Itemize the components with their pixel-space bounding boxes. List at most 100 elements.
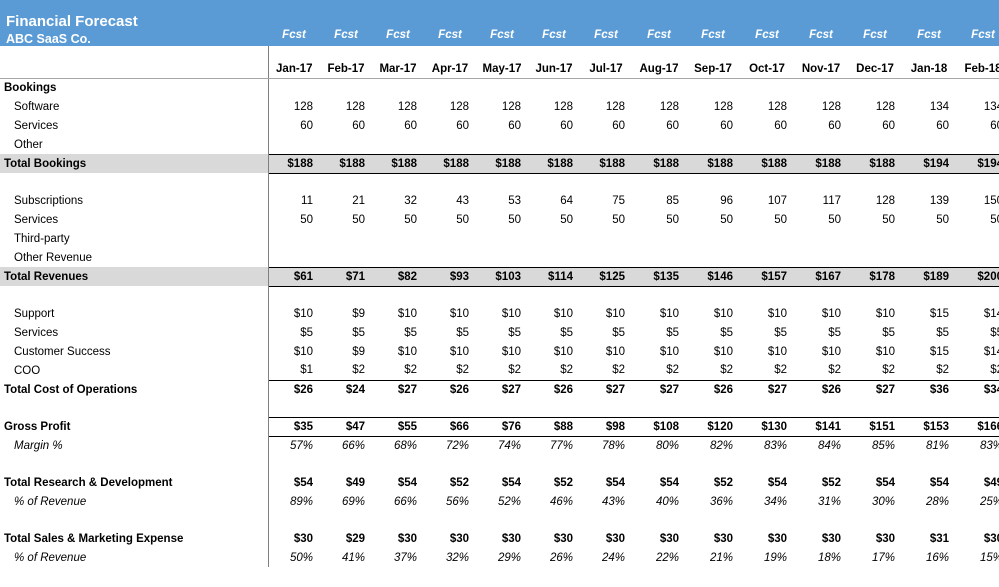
table-row-gross-profit: Gross Profit $35 $47 $55 $66 $76 $88 $98 $108 $12… [0, 416, 999, 437]
cell-software-sep-17: 128 [713, 100, 733, 113]
cell-of-revenue-apr-17: 56% [445, 495, 469, 508]
table-row-services: Services 50 50 50 50 50 50 50 50 50 50 50 50 50 50 [0, 210, 999, 229]
cell-other-revenue-jul-17 [580, 248, 632, 267]
cell-total-revenues-aug-17: $135 [632, 266, 686, 287]
cell-customer-success-nov-17: $10 [821, 345, 841, 358]
cell-total-cost-of-operations-dec-17: $27 [848, 379, 902, 399]
table-row-third-party: Third-party [0, 229, 999, 248]
cell-bookings-dec-17 [848, 78, 902, 97]
cell-subscriptions-nov-17: 117 [822, 194, 841, 207]
cell-total-research-development-dec-17: $54 [875, 476, 895, 489]
cell-total-bookings-nov-17: $188 [794, 153, 848, 174]
row-label-margin: Margin % [0, 436, 269, 455]
cell-total-bookings-jun-17: $188 [528, 153, 580, 174]
period-header-may-17: May-17 [476, 46, 528, 79]
cell-blank-jun-17 [528, 455, 580, 473]
cell-third-party-nov-17 [794, 229, 848, 248]
cell-total-revenues-nov-17: $167 [794, 266, 848, 287]
cell-support-jan-18: $15 [929, 307, 949, 320]
cell-blank-dec-17 [848, 286, 902, 304]
cell-services-mar-17: 50 [404, 213, 417, 226]
cell-total-bookings-jul-17: $188 [580, 153, 632, 174]
cell-services-oct-17: 60 [774, 119, 787, 132]
scenario-label-7: Fcst [580, 0, 632, 46]
cell-coo-jan-17: $1 [300, 364, 313, 377]
cell-total-revenues-jun-17: $114 [528, 266, 580, 287]
cell-software-mar-17: 128 [397, 100, 417, 113]
cell-margin-dec-17: 85% [871, 439, 895, 452]
cell-total-bookings-may-17: $188 [476, 153, 528, 174]
cell-total-research-development-feb-17: $49 [345, 476, 365, 489]
cell-other-revenue-jan-17 [268, 248, 320, 267]
cell-total-revenues-sep-17: $146 [686, 266, 740, 287]
table-row-customer-success: Customer Success $10 $9 $10 $10 $10 $10 $10 $10 $… [0, 342, 999, 361]
cell-blank-sep-17 [686, 455, 740, 473]
cell-software-jul-17: 128 [605, 100, 625, 113]
cell-gross-profit-jun-17: $88 [528, 416, 580, 437]
cell-subscriptions-sep-17: 96 [720, 194, 733, 207]
cell-gross-profit-may-17: $76 [476, 416, 528, 437]
cell-margin-jun-17: 77% [549, 439, 573, 452]
period-header-mar-17: Mar-17 [372, 46, 424, 79]
cell-services-feb-18: $5 [990, 326, 999, 339]
cell-other-jan-18 [902, 135, 956, 154]
cell-total-cost-of-operations-aug-17: $27 [632, 379, 686, 399]
cell-coo-feb-17: $2 [352, 364, 365, 377]
cell-of-revenue-oct-17: 34% [763, 495, 787, 508]
cell-support-jun-17: $10 [553, 307, 573, 320]
cell-total-cost-of-operations-feb-18: $34 [956, 379, 999, 399]
cell-coo-may-17: $2 [508, 364, 521, 377]
cell-blank-jan-17 [268, 511, 320, 529]
cell-customer-success-aug-17: $10 [659, 345, 679, 358]
period-header-label-cell [0, 46, 269, 79]
cell-services-jun-17: 60 [560, 119, 573, 132]
scenario-label-11: Fcst [794, 0, 848, 46]
cell-customer-success-jan-18: $15 [929, 345, 949, 358]
cell-gross-profit-nov-17: $141 [794, 416, 848, 437]
cell-blank-feb-18 [956, 511, 999, 529]
cell-total-research-development-apr-17: $52 [449, 476, 469, 489]
cell-total-sales-marketing-expense-feb-18: $30 [983, 532, 999, 545]
cell-services-jan-17: 50 [300, 213, 313, 226]
cell-other-revenue-mar-17 [372, 248, 424, 267]
cell-total-bookings-feb-18: $194 [956, 153, 999, 174]
row-label-total-sales-marketing-expense: Total Sales & Marketing Expense [0, 529, 269, 548]
cell-services-nov-17: 50 [828, 213, 841, 226]
cell-blank-jul-17 [580, 173, 632, 191]
cell-blank-mar-17 [372, 399, 424, 417]
cell-of-revenue-jun-17: 26% [549, 551, 573, 564]
cell-software-jun-17: 128 [553, 100, 573, 113]
cell-subscriptions-apr-17: 43 [456, 194, 469, 207]
cell-gross-profit-sep-17: $120 [686, 416, 740, 437]
cell-blank-jan-18 [902, 286, 956, 304]
cell-services-feb-17: $5 [352, 326, 365, 339]
cell-other-feb-18 [956, 135, 999, 154]
cell-of-revenue-oct-17: 19% [763, 551, 787, 564]
cell-coo-sep-17: $2 [720, 364, 733, 377]
row-label-customer-success: Customer Success [0, 342, 269, 361]
cell-blank-aug-17 [632, 511, 686, 529]
cell-bookings-feb-17 [320, 78, 372, 97]
cell-total-bookings-feb-17: $188 [320, 153, 372, 174]
cell-subscriptions-mar-17: 32 [404, 194, 417, 207]
cell-blank-oct-17 [740, 286, 794, 304]
cell-bookings-feb-18 [956, 78, 999, 97]
cell-total-sales-marketing-expense-may-17: $30 [501, 532, 521, 545]
cell-total-bookings-mar-17: $188 [372, 153, 424, 174]
cell-coo-feb-18: $2 [990, 364, 999, 377]
table-body: Bookings Software 128 128 128 128 128 128 128 128… [0, 78, 999, 567]
row-label-total-research-development: Total Research & Development [0, 473, 269, 492]
cell-services-mar-17: 60 [404, 119, 417, 132]
cell-other-revenue-dec-17 [848, 248, 902, 267]
cell-third-party-dec-17 [848, 229, 902, 248]
cell-third-party-jun-17 [528, 229, 580, 248]
scenario-label-8: Fcst [632, 0, 686, 46]
cell-customer-success-sep-17: $10 [713, 345, 733, 358]
cell-total-revenues-feb-17: $71 [320, 266, 372, 287]
cell-support-aug-17: $10 [659, 307, 679, 320]
cell-of-revenue-jul-17: 43% [601, 495, 625, 508]
cell-services-apr-17: 60 [456, 119, 469, 132]
cell-subscriptions-jan-18: 139 [929, 194, 949, 207]
cell-customer-success-dec-17: $10 [875, 345, 895, 358]
cell-total-sales-marketing-expense-jan-18: $31 [929, 532, 949, 545]
